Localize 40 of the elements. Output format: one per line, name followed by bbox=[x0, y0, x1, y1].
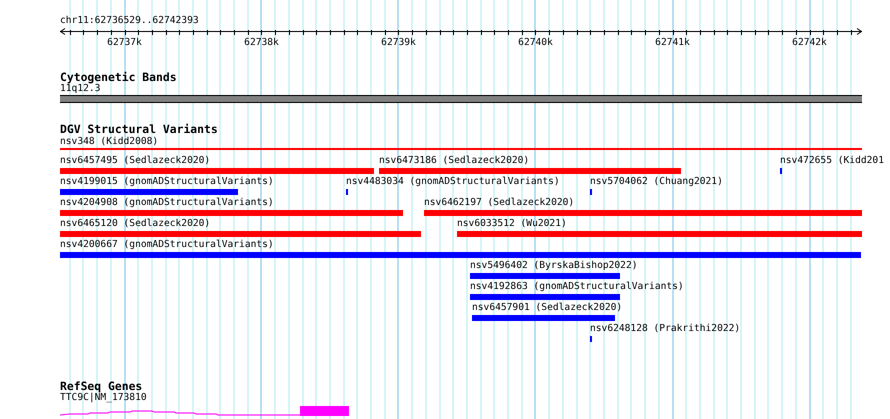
tick-label: 62737k bbox=[107, 37, 142, 49]
variant-bar[interactable] bbox=[470, 294, 620, 300]
tick-label: 62739k bbox=[381, 37, 416, 49]
variant-bar[interactable] bbox=[60, 252, 861, 258]
variant-label: nsv6248128 (Prakrithi2022) bbox=[590, 323, 740, 335]
tick-label: 62740k bbox=[518, 37, 553, 49]
variant-bar[interactable] bbox=[60, 210, 403, 216]
variant-label: nsv6465120 (Sedlazeck2020) bbox=[60, 218, 210, 230]
variant-label: nsv6033512 (Wu2021) bbox=[457, 218, 567, 230]
variant-label: nsv348 (Kidd2008) bbox=[60, 136, 158, 148]
tick-label: 62741k bbox=[655, 37, 690, 49]
variant-label: nsv4199015 (gnomADStructuralVariants) bbox=[60, 176, 274, 188]
tick-label: 62738k bbox=[244, 37, 279, 49]
variant-bar[interactable] bbox=[60, 168, 374, 174]
variant-bar[interactable] bbox=[60, 231, 421, 237]
variant-label: nsv6473186 (Sedlazeck2020) bbox=[379, 155, 530, 167]
variant-bar[interactable] bbox=[379, 168, 681, 174]
gene-label: TTC9C|NM_173810 bbox=[60, 392, 148, 404]
variant-bar[interactable] bbox=[470, 273, 620, 279]
variant-label: nsv472655 (Kidd201 bbox=[780, 155, 884, 167]
variant-bar[interactable] bbox=[60, 189, 238, 195]
variant-label: nsv4483034 (gnomADStructuralVariants) bbox=[346, 176, 560, 188]
variant-label: nsv4200667 (gnomADStructuralVariants) bbox=[60, 239, 274, 251]
variant-bar[interactable] bbox=[472, 315, 615, 321]
track-title: RefSeq Genes bbox=[60, 380, 142, 392]
tick-label: 62742k bbox=[792, 37, 827, 49]
variant-label: nsv4204908 (gnomADStructuralVariants) bbox=[60, 197, 274, 209]
variant-label: nsv6457495 (Sedlazeck2020) bbox=[60, 155, 210, 167]
variant-bar[interactable] bbox=[457, 231, 862, 237]
variant-label: nsv6457901 (Sedlazeck2020) bbox=[472, 302, 622, 314]
variant-bar[interactable] bbox=[424, 210, 862, 216]
variant-label: nsv4192863 (gnomADStructuralVariants) bbox=[470, 281, 684, 293]
band-label: 11q12.3 bbox=[60, 83, 100, 95]
variant-label: nsv5496402 (ByrskaBishop2022) bbox=[470, 260, 638, 272]
track-title: Cytogenetic Bands bbox=[60, 71, 178, 83]
exon-block[interactable] bbox=[300, 406, 349, 416]
location-label: chr11:62736529..62742393 bbox=[60, 14, 200, 27]
variant-label: nsv6462197 (Sedlazeck2020) bbox=[424, 197, 574, 209]
track-title: DGV Structural Variants bbox=[60, 123, 219, 135]
variant-label: nsv5704062 (Chuang2021) bbox=[590, 176, 723, 188]
